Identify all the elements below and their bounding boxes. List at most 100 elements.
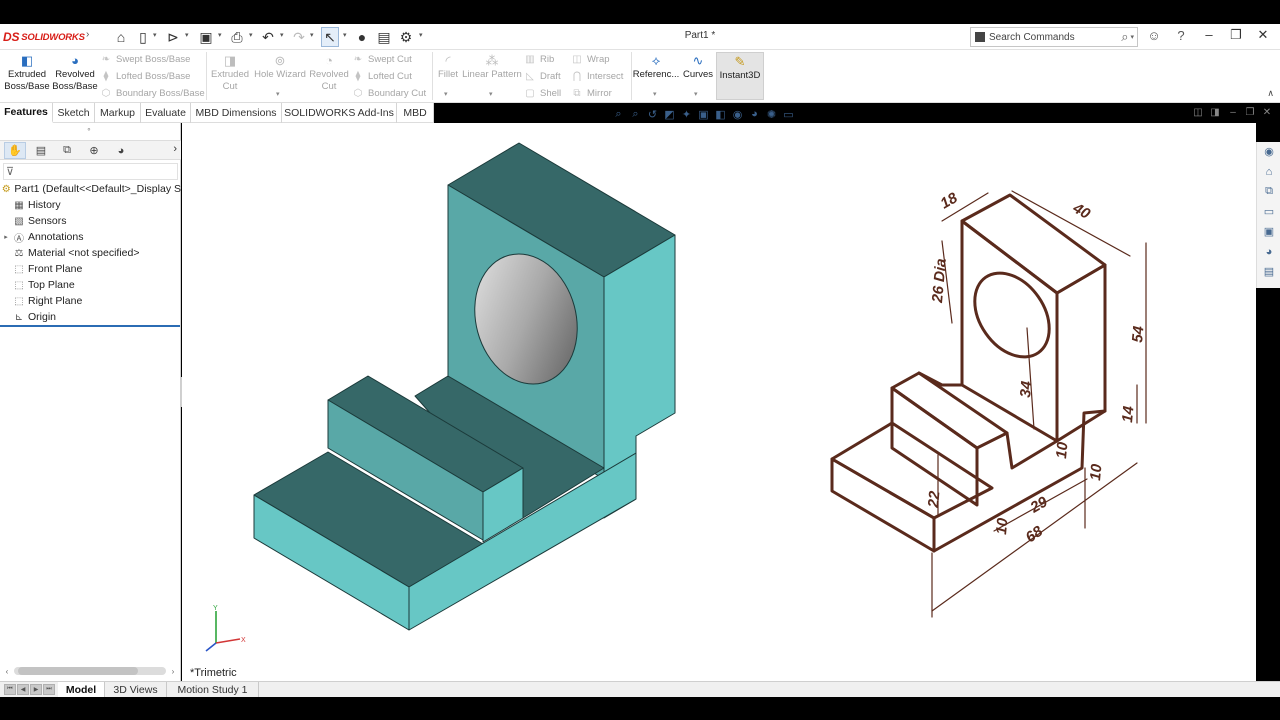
zoom-to-fit-icon[interactable]: ⌕ bbox=[610, 108, 627, 121]
open-dropdown[interactable]: ▾ bbox=[185, 31, 189, 39]
display-manager-tab-icon[interactable]: ◕ bbox=[110, 142, 132, 159]
rollback-bar[interactable] bbox=[0, 325, 180, 327]
fillet-dropdown[interactable]: ▾ bbox=[444, 90, 448, 98]
search-icon[interactable]: ⌕ bbox=[1121, 29, 1128, 45]
tab-markup[interactable]: Markup bbox=[95, 103, 141, 123]
tree-item-origin[interactable]: ⊾ Origin bbox=[0, 309, 181, 325]
scroll-thumb[interactable] bbox=[18, 667, 138, 675]
tree-horizontal-scrollbar[interactable]: ‹ › bbox=[2, 664, 178, 678]
extruded-boss-button[interactable]: ◧ Extruded Boss/Base bbox=[3, 52, 51, 100]
tree-item-material[interactable]: ⚖ Material <not specified> bbox=[0, 245, 181, 261]
viewport-split-icon[interactable]: ◨ bbox=[1207, 107, 1223, 118]
user-account-icon[interactable]: ☺ bbox=[1145, 28, 1163, 43]
draft-button[interactable]: ◺ Draft bbox=[524, 69, 560, 84]
expand-arrow-icon[interactable]: ▸ bbox=[0, 233, 12, 241]
tab-3d-views[interactable]: 3D Views bbox=[105, 682, 167, 697]
hole-wizard-dropdown[interactable]: ▾ bbox=[276, 90, 280, 98]
curves-button[interactable]: ∿ Curves bbox=[680, 52, 716, 100]
new-dropdown[interactable]: ▾ bbox=[153, 31, 157, 39]
dynamic-annotation-icon[interactable]: ✦ bbox=[678, 108, 695, 121]
graphics-area[interactable]: 18 40 26 Dia 54 34 14 22 10 10 10 29 68 … bbox=[182, 123, 1256, 681]
save-icon[interactable]: ▣ bbox=[198, 27, 214, 47]
redo-icon[interactable]: ↷ bbox=[291, 27, 307, 47]
save-dropdown[interactable]: ▾ bbox=[218, 31, 222, 39]
intersect-button[interactable]: ⋂ Intersect bbox=[571, 69, 624, 84]
undo-icon[interactable]: ↶ bbox=[260, 27, 276, 47]
solidworks-resources-icon[interactable]: ◉ bbox=[1261, 144, 1277, 159]
tree-item-front-plane[interactable]: ⬚ Front Plane bbox=[0, 261, 181, 277]
view-orientation-icon[interactable]: ▣ bbox=[695, 108, 712, 121]
open-icon[interactable]: ⊳ bbox=[165, 27, 181, 47]
tree-item-annotations[interactable]: ▸ Ⓐ Annotations bbox=[0, 229, 181, 245]
swept-boss-button[interactable]: ❧ Swept Boss/Base bbox=[100, 52, 191, 67]
select-dropdown[interactable]: ▾ bbox=[343, 31, 347, 39]
extruded-cut-button[interactable]: ◨ Extruded Cut bbox=[206, 52, 254, 100]
tree-part-root[interactable]: ⚙ Part1 (Default<<Default>_Display S bbox=[0, 181, 181, 197]
tab-solidworks-add-ins[interactable]: SOLIDWORKS Add-Ins bbox=[282, 103, 397, 123]
rib-button[interactable]: ▥ Rib bbox=[524, 52, 554, 67]
solidworks-logo[interactable]: DS SOLIDWORKS bbox=[3, 29, 85, 45]
display-style-icon[interactable]: ◧ bbox=[712, 108, 729, 121]
tab-model[interactable]: Model bbox=[58, 682, 105, 697]
configuration-manager-tab-icon[interactable]: ⧉ bbox=[56, 142, 78, 159]
boundary-cut-button[interactable]: ⬡ Boundary Cut bbox=[352, 86, 426, 101]
revolved-cut-button[interactable]: ◔ Revolved Cut bbox=[305, 52, 353, 100]
hide-show-items-icon[interactable]: ◉ bbox=[729, 108, 746, 121]
mirror-button[interactable]: ⧉ Mirror bbox=[571, 86, 611, 101]
minimize-button[interactable]: – bbox=[1199, 27, 1219, 42]
previous-view-icon[interactable]: ↺ bbox=[644, 108, 661, 121]
file-explorer-icon[interactable]: ▭ bbox=[1261, 204, 1277, 219]
first-tab-nav-icon[interactable]: ⏮ bbox=[4, 684, 16, 695]
viewport-restore-icon[interactable]: ❐ bbox=[1242, 107, 1258, 118]
task-pane-home-icon[interactable]: ⌂ bbox=[1261, 164, 1277, 179]
next-tab-nav-icon[interactable]: ▶ bbox=[30, 684, 42, 695]
swept-cut-button[interactable]: ❧ Swept Cut bbox=[352, 52, 412, 67]
zoom-to-area-icon[interactable]: ⌕ bbox=[627, 108, 644, 121]
lofted-boss-button[interactable]: ⧫ Lofted Boss/Base bbox=[100, 69, 191, 84]
restore-button[interactable]: ❐ bbox=[1226, 27, 1246, 43]
hole-wizard-button[interactable]: ⊚ Hole Wizard bbox=[254, 52, 306, 100]
home-icon[interactable]: ⌂ bbox=[112, 27, 130, 47]
shell-button[interactable]: ▢ Shell bbox=[524, 86, 561, 101]
tree-item-sensors[interactable]: ▧ Sensors bbox=[0, 213, 181, 229]
scroll-right-icon[interactable]: › bbox=[168, 667, 178, 676]
tree-item-right-plane[interactable]: ⬚ Right Plane bbox=[0, 293, 181, 309]
more-tabs-chevron-icon[interactable]: › bbox=[173, 143, 177, 155]
print-icon[interactable]: ⎙ bbox=[229, 27, 245, 47]
prev-tab-nav-icon[interactable]: ◀ bbox=[17, 684, 29, 695]
scroll-track[interactable] bbox=[14, 667, 166, 675]
instant3d-button[interactable]: ✎ Instant3D bbox=[716, 52, 764, 100]
scroll-left-icon[interactable]: ‹ bbox=[2, 667, 12, 676]
linear-pattern-dropdown[interactable]: ▾ bbox=[489, 90, 493, 98]
undo-dropdown[interactable]: ▾ bbox=[280, 31, 284, 39]
help-icon[interactable]: ? bbox=[1172, 28, 1190, 43]
tab-mbd[interactable]: MBD bbox=[397, 103, 434, 123]
search-dropdown-icon[interactable]: ▾ bbox=[1130, 33, 1134, 41]
dimxpert-manager-tab-icon[interactable]: ⊕ bbox=[83, 142, 105, 159]
3d-model[interactable] bbox=[253, 142, 676, 631]
tab-features[interactable]: Features bbox=[0, 103, 53, 123]
panel-splitter[interactable]: ⚬ bbox=[86, 126, 92, 134]
options-dropdown[interactable]: ▾ bbox=[419, 31, 423, 39]
revolved-boss-button[interactable]: ◕ Revolved Boss/Base bbox=[51, 52, 99, 100]
collapse-ribbon-icon[interactable]: ∧ bbox=[1267, 88, 1274, 99]
options-gear-icon[interactable]: ⚙ bbox=[398, 27, 414, 47]
design-library-icon[interactable]: ⧉ bbox=[1261, 184, 1277, 199]
file-properties-icon[interactable]: ▤ bbox=[376, 27, 392, 47]
viewport-tile-icon[interactable]: ◫ bbox=[1190, 107, 1206, 118]
curves-dropdown[interactable]: ▾ bbox=[694, 90, 698, 98]
fillet-button[interactable]: ◜ Fillet bbox=[434, 52, 462, 100]
select-pointer-icon[interactable]: ↖ bbox=[321, 27, 339, 47]
print-dropdown[interactable]: ▾ bbox=[249, 31, 253, 39]
last-tab-nav-icon[interactable]: ⏭ bbox=[43, 684, 55, 695]
feature-manager-tab-icon[interactable]: ✋ bbox=[4, 142, 26, 159]
tab-mbd-dimensions[interactable]: MBD Dimensions bbox=[191, 103, 282, 123]
wrap-button[interactable]: ◫ Wrap bbox=[571, 52, 609, 67]
close-button[interactable]: ✕ bbox=[1253, 27, 1273, 43]
lofted-cut-button[interactable]: ⧫ Lofted Cut bbox=[352, 69, 412, 84]
property-manager-tab-icon[interactable]: ▤ bbox=[30, 142, 52, 159]
appearances-icon[interactable]: ◕ bbox=[1261, 244, 1277, 259]
new-document-icon[interactable]: ▯ bbox=[136, 27, 150, 47]
search-commands-field[interactable]: Search Commands ⌕ ▾ bbox=[970, 27, 1138, 47]
section-view-icon[interactable]: ◩ bbox=[661, 108, 678, 121]
